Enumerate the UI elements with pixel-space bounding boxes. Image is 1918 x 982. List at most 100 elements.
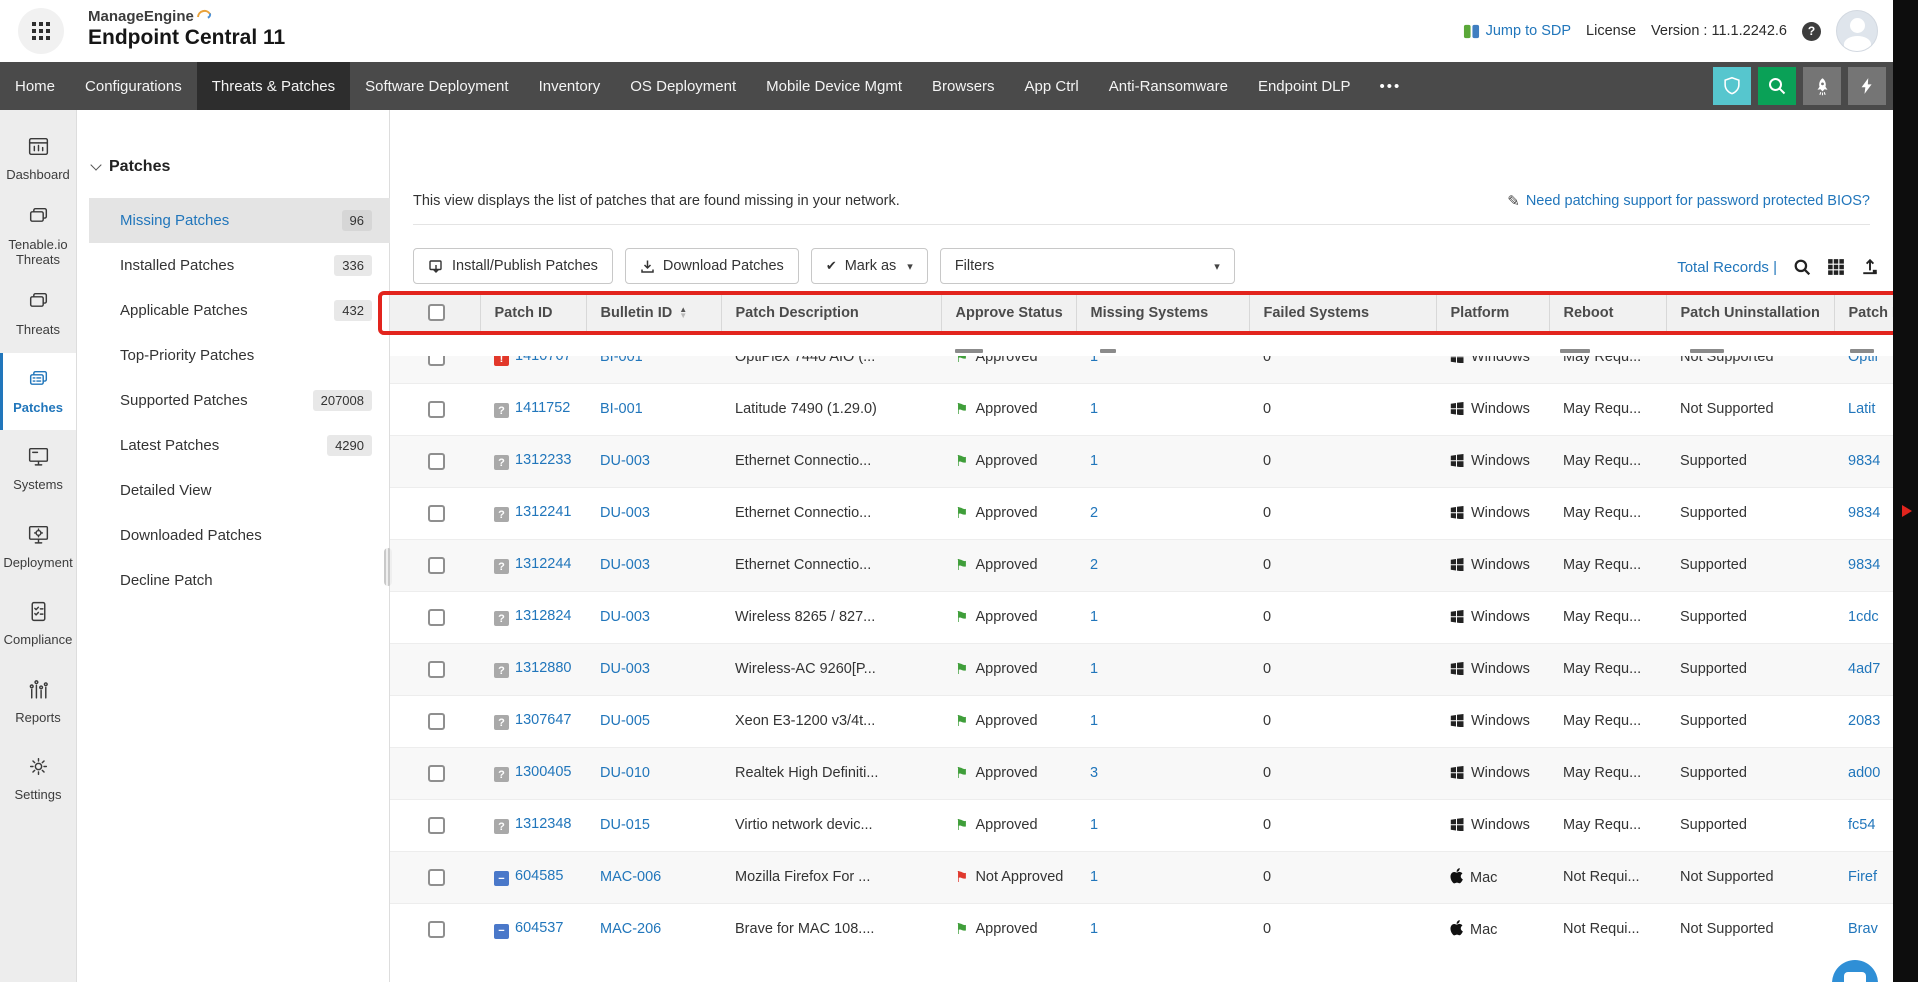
row-checkbox[interactable] [428,869,445,886]
patch-name-link[interactable]: 4ad7 [1848,661,1880,677]
download-patches-button[interactable]: Download Patches [625,248,799,284]
row-checkbox[interactable] [428,661,445,678]
patch-id-link[interactable]: 1411752 [515,400,570,416]
sidebar-item-missing-patches[interactable]: Missing Patches96 [89,198,390,243]
patch-name-link[interactable]: 9834 [1848,505,1880,521]
bulletin-id-link[interactable]: DU-015 [600,817,650,833]
column-chooser-icon[interactable] [1827,258,1845,276]
column-header-patch-name[interactable]: Patch Name [1834,295,1893,331]
patch-name-link[interactable]: 1cdc [1848,609,1879,625]
help-icon[interactable]: ? [1802,22,1821,41]
patch-name-link[interactable]: 2083 [1848,713,1880,729]
column-header-reboot[interactable]: Reboot [1549,295,1666,331]
patch-id-link[interactable]: 1312880 [515,660,571,676]
missing-systems-link[interactable]: 1 [1090,713,1098,729]
bulletin-id-link[interactable]: DU-003 [600,661,650,677]
missing-systems-link[interactable]: 1 [1090,817,1098,833]
nav-tool-bolt-icon[interactable] [1848,67,1886,105]
sidebar-item-applicable-patches[interactable]: Applicable Patches432 [89,288,390,333]
column-header-failed-systems[interactable]: Failed Systems [1249,295,1436,331]
column-header-patch-uninstallation[interactable]: Patch Uninstallation [1666,295,1834,331]
rail-item-tenable-io-threats[interactable]: Tenable.io Threats [0,198,76,276]
nav-tab-software-deployment[interactable]: Software Deployment [350,62,523,110]
nav-tool-rocket-icon[interactable] [1803,67,1841,105]
nav-tab-endpoint-dlp[interactable]: Endpoint DLP [1243,62,1366,110]
column-header-missing-systems[interactable]: Missing Systems [1076,295,1249,331]
patch-id-link[interactable]: 1312244 [515,556,571,572]
nav-tab-os-deployment[interactable]: OS Deployment [615,62,751,110]
sidebar-item-supported-patches[interactable]: Supported Patches207008 [89,378,390,423]
nav-tab-threats-patches[interactable]: Threats & Patches [197,62,350,110]
patch-id-link[interactable]: 1307647 [515,712,571,728]
bulletin-id-link[interactable]: DU-003 [600,557,650,573]
patch-name-link[interactable]: fc54 [1848,817,1875,833]
missing-systems-link[interactable]: 1 [1090,609,1098,625]
bulletin-id-link[interactable]: DU-010 [600,765,650,781]
bulletin-id-link[interactable]: MAC-206 [600,921,661,937]
patch-id-link[interactable]: 1300405 [515,764,571,780]
patch-name-link[interactable]: 9834 [1848,557,1880,573]
missing-systems-link[interactable]: 1 [1090,401,1098,417]
rail-item-dashboard[interactable]: Dashboard [0,120,76,198]
row-checkbox[interactable] [428,401,445,418]
header-checkbox[interactable] [428,304,445,321]
user-avatar[interactable] [1836,10,1878,52]
column-header-bulletin-id[interactable]: Bulletin ID▲▼ [586,295,721,331]
sidebar-item-detailed-view[interactable]: Detailed View [89,468,390,513]
export-icon[interactable] [1861,258,1879,276]
row-checkbox[interactable] [428,921,445,938]
bulletin-id-link[interactable]: MAC-006 [600,869,661,885]
column-header-patch-id[interactable]: Patch ID [480,295,586,331]
sidebar-resize-handle[interactable] [384,548,392,586]
license-link[interactable]: License [1586,23,1636,39]
row-checkbox[interactable] [428,817,445,834]
sidebar-section-header[interactable]: Patches [92,158,170,176]
missing-systems-link[interactable]: 2 [1090,505,1098,521]
rail-item-threats[interactable]: Threats [0,275,76,353]
nav-tab-app-ctrl[interactable]: App Ctrl [1010,62,1094,110]
row-checkbox[interactable] [428,557,445,574]
bulletin-id-link[interactable]: BI-001 [600,401,643,417]
patch-name-link[interactable]: Latit [1848,401,1875,417]
row-checkbox[interactable] [428,713,445,730]
nav-tab-configurations[interactable]: Configurations [70,62,197,110]
row-checkbox[interactable] [428,765,445,782]
nav-tab-inventory[interactable]: Inventory [524,62,616,110]
bulletin-id-link[interactable]: DU-003 [600,505,650,521]
sidebar-item-latest-patches[interactable]: Latest Patches4290 [89,423,390,468]
app-launcher-button[interactable] [18,8,64,54]
patch-id-link[interactable]: 1312241 [515,504,571,520]
missing-systems-link[interactable]: 1 [1090,453,1098,469]
patch-id-link[interactable]: 604537 [515,920,563,936]
patch-id-link[interactable]: 1312233 [515,452,571,468]
missing-systems-link[interactable]: 1 [1090,869,1098,885]
nav-tab-home[interactable]: Home [0,62,70,110]
patch-id-link[interactable]: 604585 [515,868,563,884]
sidebar-item-installed-patches[interactable]: Installed Patches336 [89,243,390,288]
missing-systems-link[interactable]: 1 [1090,921,1098,937]
column-header-platform[interactable]: Platform [1436,295,1549,331]
patch-id-link[interactable]: 1312348 [515,816,571,832]
column-header-patch-description[interactable]: Patch Description [721,295,941,331]
row-checkbox[interactable] [428,505,445,522]
sidebar-item-downloaded-patches[interactable]: Downloaded Patches [89,513,390,558]
sidebar-item-top-priority-patches[interactable]: Top-Priority Patches [89,333,390,378]
patch-name-link[interactable]: 9834 [1848,453,1880,469]
bulletin-id-link[interactable]: DU-003 [600,453,650,469]
rail-item-reports[interactable]: Reports [0,663,76,741]
patch-name-link[interactable]: Brav [1848,921,1878,937]
missing-systems-link[interactable]: 2 [1090,557,1098,573]
sort-arrows-icon[interactable]: ▲▼ [679,307,687,319]
row-checkbox[interactable] [428,453,445,470]
sidebar-item-decline-patch[interactable]: Decline Patch [89,558,390,603]
rail-item-deployment[interactable]: Deployment [0,508,76,586]
patch-id-link[interactable]: 1312824 [515,608,571,624]
bulletin-id-link[interactable]: DU-005 [600,713,650,729]
nav-tab-mobile-device-mgmt[interactable]: Mobile Device Mgmt [751,62,917,110]
patch-name-link[interactable]: ad00 [1848,765,1880,781]
nav-tab-anti-ransomware[interactable]: Anti-Ransomware [1094,62,1243,110]
rail-item-systems[interactable]: Systems [0,430,76,508]
column-header-approve-status[interactable]: Approve Status [941,295,1076,331]
nav-more-button[interactable]: ••• [1366,62,1416,110]
nav-tab-browsers[interactable]: Browsers [917,62,1010,110]
